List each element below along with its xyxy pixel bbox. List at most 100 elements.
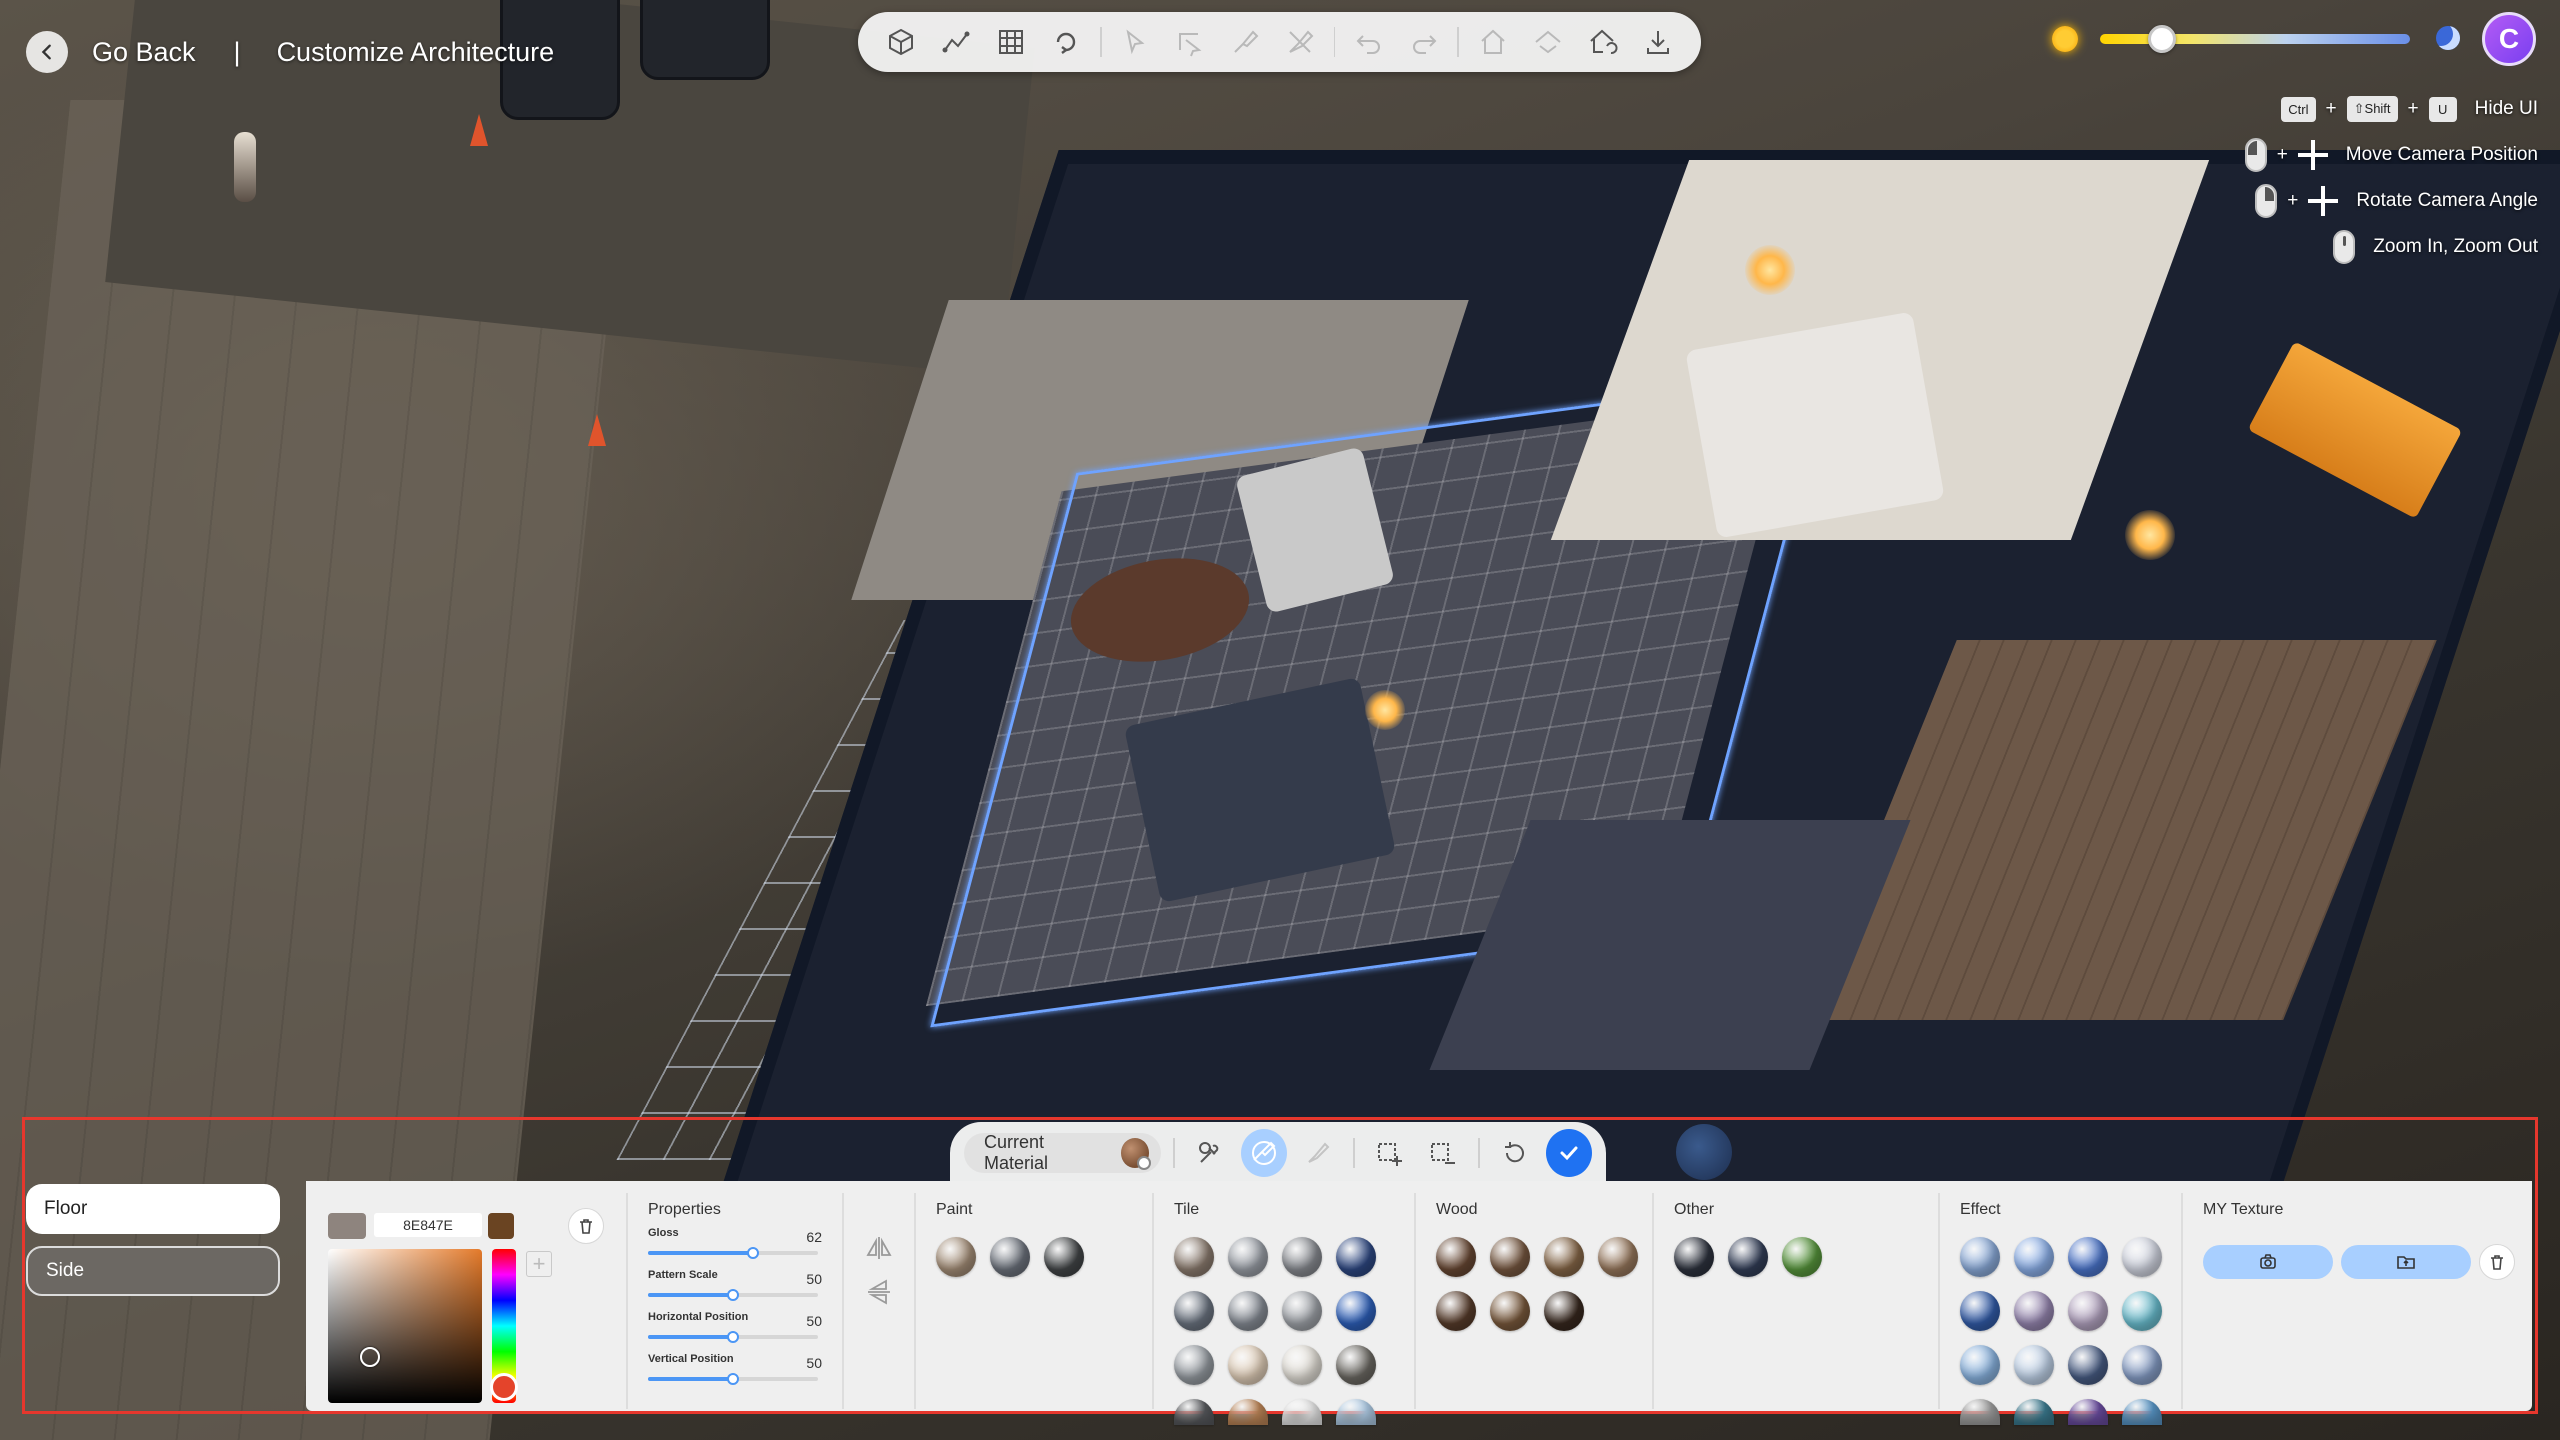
tile-material-swatch[interactable] <box>1336 1291 1376 1331</box>
other-material-swatch[interactable] <box>1782 1237 1822 1277</box>
paint-tool-button[interactable] <box>1220 18 1271 66</box>
effect-material-swatch[interactable] <box>2068 1345 2108 1385</box>
tile-material-swatch[interactable] <box>1174 1399 1214 1425</box>
select-button[interactable] <box>1110 18 1161 66</box>
slider-thumb[interactable] <box>747 1247 760 1259</box>
wood-material-swatch[interactable] <box>1436 1237 1476 1277</box>
effect-material-swatch[interactable] <box>2014 1345 2054 1385</box>
other-section: Other <box>1654 1193 1940 1409</box>
tile-material-swatch[interactable] <box>1174 1291 1214 1331</box>
daylight-slider[interactable] <box>2052 18 2462 58</box>
current-material[interactable]: Current Material <box>964 1132 1162 1173</box>
back-label[interactable]: Go Back <box>92 37 196 68</box>
reset-button[interactable] <box>1492 1129 1538 1177</box>
select-area-button[interactable] <box>1165 18 1216 66</box>
slider-thumb[interactable] <box>727 1331 739 1343</box>
wood-material-swatch[interactable] <box>1598 1237 1638 1277</box>
gloss-slider[interactable]: Gloss 62 <box>648 1227 828 1269</box>
download-button[interactable] <box>1632 18 1683 66</box>
remove-select-button[interactable] <box>1421 1129 1467 1177</box>
saturation-value-picker[interactable] <box>328 1249 482 1403</box>
wood-material-swatch[interactable] <box>1490 1291 1530 1331</box>
current-color-swatch[interactable] <box>328 1213 366 1239</box>
slider-thumb[interactable] <box>727 1373 739 1385</box>
tile-material-swatch[interactable] <box>1282 1399 1322 1425</box>
wood-material-swatch[interactable] <box>1490 1237 1530 1277</box>
slider-thumb[interactable] <box>727 1289 739 1301</box>
vertical-position-slider[interactable]: Vertical Position 50 <box>648 1353 828 1395</box>
capture-texture-button[interactable] <box>2203 1245 2333 1279</box>
other-material-swatch[interactable] <box>1728 1237 1768 1277</box>
tile-material-swatch[interactable] <box>1228 1237 1268 1277</box>
floor-lamp <box>1365 690 1405 730</box>
tile-material-swatch[interactable] <box>1174 1237 1214 1277</box>
effect-material-swatch[interactable] <box>2014 1399 2054 1425</box>
tile-material-swatch[interactable] <box>1282 1291 1322 1331</box>
effect-material-swatch[interactable] <box>2068 1399 2108 1425</box>
effect-material-swatch[interactable] <box>1960 1345 2000 1385</box>
tile-material-swatch[interactable] <box>1228 1399 1268 1425</box>
grid-button[interactable] <box>986 18 1037 66</box>
wood-material-swatch[interactable] <box>1544 1237 1584 1277</box>
flip-vertical-button[interactable] <box>862 1231 896 1265</box>
flip-horizontal-button[interactable] <box>862 1275 896 1309</box>
avatar[interactable]: C <box>2482 12 2536 66</box>
effect-material-swatch[interactable] <box>2122 1399 2162 1425</box>
effect-material-swatch[interactable] <box>2014 1291 2054 1331</box>
daylight-track[interactable] <box>2100 34 2410 44</box>
tile-material-swatch[interactable] <box>1282 1237 1322 1277</box>
effect-material-swatch[interactable] <box>2122 1345 2162 1385</box>
hue-thumb[interactable] <box>490 1373 518 1401</box>
add-select-button[interactable] <box>1367 1129 1413 1177</box>
view-3d-button[interactable] <box>876 18 927 66</box>
effect-material-swatch[interactable] <box>2068 1237 2108 1277</box>
eyedropper-button[interactable] <box>1187 1129 1233 1177</box>
effect-material-swatch[interactable] <box>1960 1237 2000 1277</box>
house-cut-button[interactable] <box>1467 18 1518 66</box>
color-cursor[interactable] <box>360 1347 380 1367</box>
tab-side[interactable]: Side <box>26 1246 280 1296</box>
delete-texture-button[interactable] <box>2479 1244 2515 1280</box>
saved-color-swatch[interactable] <box>488 1213 514 1239</box>
pattern-scale-slider[interactable]: Pattern Scale 50 <box>648 1269 828 1311</box>
erase-paint-button[interactable] <box>1275 18 1326 66</box>
house-reset-button[interactable] <box>1577 18 1628 66</box>
paint-material-swatch[interactable] <box>1044 1237 1084 1277</box>
effect-material-swatch[interactable] <box>2068 1291 2108 1331</box>
add-color-button[interactable]: + <box>526 1251 552 1277</box>
paint-material-swatch[interactable] <box>936 1237 976 1277</box>
tile-material-swatch[interactable] <box>1282 1345 1322 1385</box>
house-level-button[interactable] <box>1522 18 1573 66</box>
back-button[interactable] <box>26 31 68 73</box>
other-material-swatch[interactable] <box>1674 1237 1714 1277</box>
wood-material-swatch[interactable] <box>1436 1291 1476 1331</box>
delete-color-button[interactable] <box>568 1208 604 1244</box>
tile-material-swatch[interactable] <box>1336 1345 1376 1385</box>
brush-button[interactable] <box>1295 1129 1341 1177</box>
undo-button[interactable] <box>1343 18 1394 66</box>
tab-floor[interactable]: Floor <box>26 1184 280 1234</box>
effect-material-swatch[interactable] <box>2014 1237 2054 1277</box>
effect-material-swatch[interactable] <box>1960 1399 2000 1425</box>
ceiling-light <box>2125 510 2175 560</box>
paint-material-swatch[interactable] <box>990 1237 1030 1277</box>
tile-material-swatch[interactable] <box>1174 1345 1214 1385</box>
hex-input[interactable]: 8E847E <box>374 1213 482 1237</box>
draw-wall-button[interactable] <box>931 18 982 66</box>
paint-area-button[interactable] <box>1241 1129 1287 1177</box>
horizontal-position-slider[interactable]: Horizontal Position 50 <box>648 1311 828 1353</box>
effect-material-swatch[interactable] <box>1960 1291 2000 1331</box>
wood-material-swatch[interactable] <box>1544 1291 1584 1331</box>
effect-material-swatch[interactable] <box>2122 1291 2162 1331</box>
tile-material-swatch[interactable] <box>1336 1237 1376 1277</box>
redo-button[interactable] <box>1398 18 1449 66</box>
upload-texture-button[interactable] <box>2341 1245 2471 1279</box>
tile-material-swatch[interactable] <box>1228 1291 1268 1331</box>
tile-material-swatch[interactable] <box>1228 1345 1268 1385</box>
tile-material-swatch[interactable] <box>1336 1399 1376 1425</box>
rotate-hand-button[interactable] <box>1041 18 1092 66</box>
confirm-icon <box>1560 1146 1578 1161</box>
confirm-button[interactable] <box>1546 1129 1593 1177</box>
effect-material-swatch[interactable] <box>2122 1237 2162 1277</box>
daylight-thumb[interactable] <box>2148 25 2176 53</box>
